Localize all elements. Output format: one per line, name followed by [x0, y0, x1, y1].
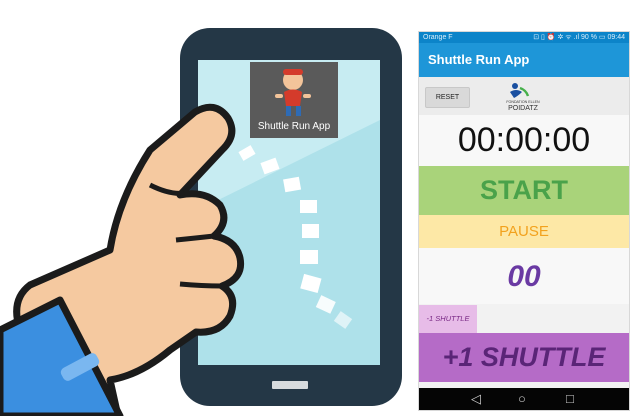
top-controls: RESET FONDATION ELLEN POIDATZ: [419, 77, 629, 115]
status-indicators: ⊡ ▯ ⏰ ✲ ᯤ .ıl 90 % ▭ 09:44: [533, 34, 625, 41]
home-icon[interactable]: ○: [518, 391, 526, 407]
recent-apps-icon[interactable]: □: [566, 391, 574, 407]
shuttle-count: 00: [419, 248, 629, 304]
back-icon[interactable]: ◁: [471, 391, 481, 407]
carrier-label: Orange F: [423, 34, 453, 41]
pause-button[interactable]: PAUSE: [419, 215, 629, 248]
minus-one-shuttle-button[interactable]: -1 SHUTTLE: [419, 305, 477, 333]
timer-display: 00:00:00: [419, 115, 629, 166]
start-button[interactable]: START: [419, 166, 629, 215]
plus-one-shuttle-button[interactable]: +1 SHUTTLE: [419, 333, 629, 382]
reset-button[interactable]: RESET: [425, 87, 470, 108]
status-bar: Orange F ⊡ ▯ ⏰ ✲ ᯤ .ıl 90 % ▭ 09:44: [419, 32, 629, 43]
svg-text:FONDATION ELLEN: FONDATION ELLEN: [506, 100, 540, 104]
app-icon-label: Shuttle Run App: [258, 121, 331, 132]
svg-text:POIDATZ: POIDATZ: [508, 105, 539, 112]
promo-illustration: Shuttle Run App: [0, 28, 402, 416]
minus-row: -1 SHUTTLE: [419, 304, 629, 333]
foundation-logo: FONDATION ELLEN POIDATZ: [506, 83, 540, 112]
app-title: Shuttle Run App: [419, 43, 629, 77]
android-nav-bar: ◁ ○ □: [419, 388, 629, 410]
app-screen: Orange F ⊡ ▯ ⏰ ✲ ᯤ .ıl 90 % ▭ 09:44 Shut…: [418, 31, 630, 411]
phone-home-button: [272, 381, 308, 389]
